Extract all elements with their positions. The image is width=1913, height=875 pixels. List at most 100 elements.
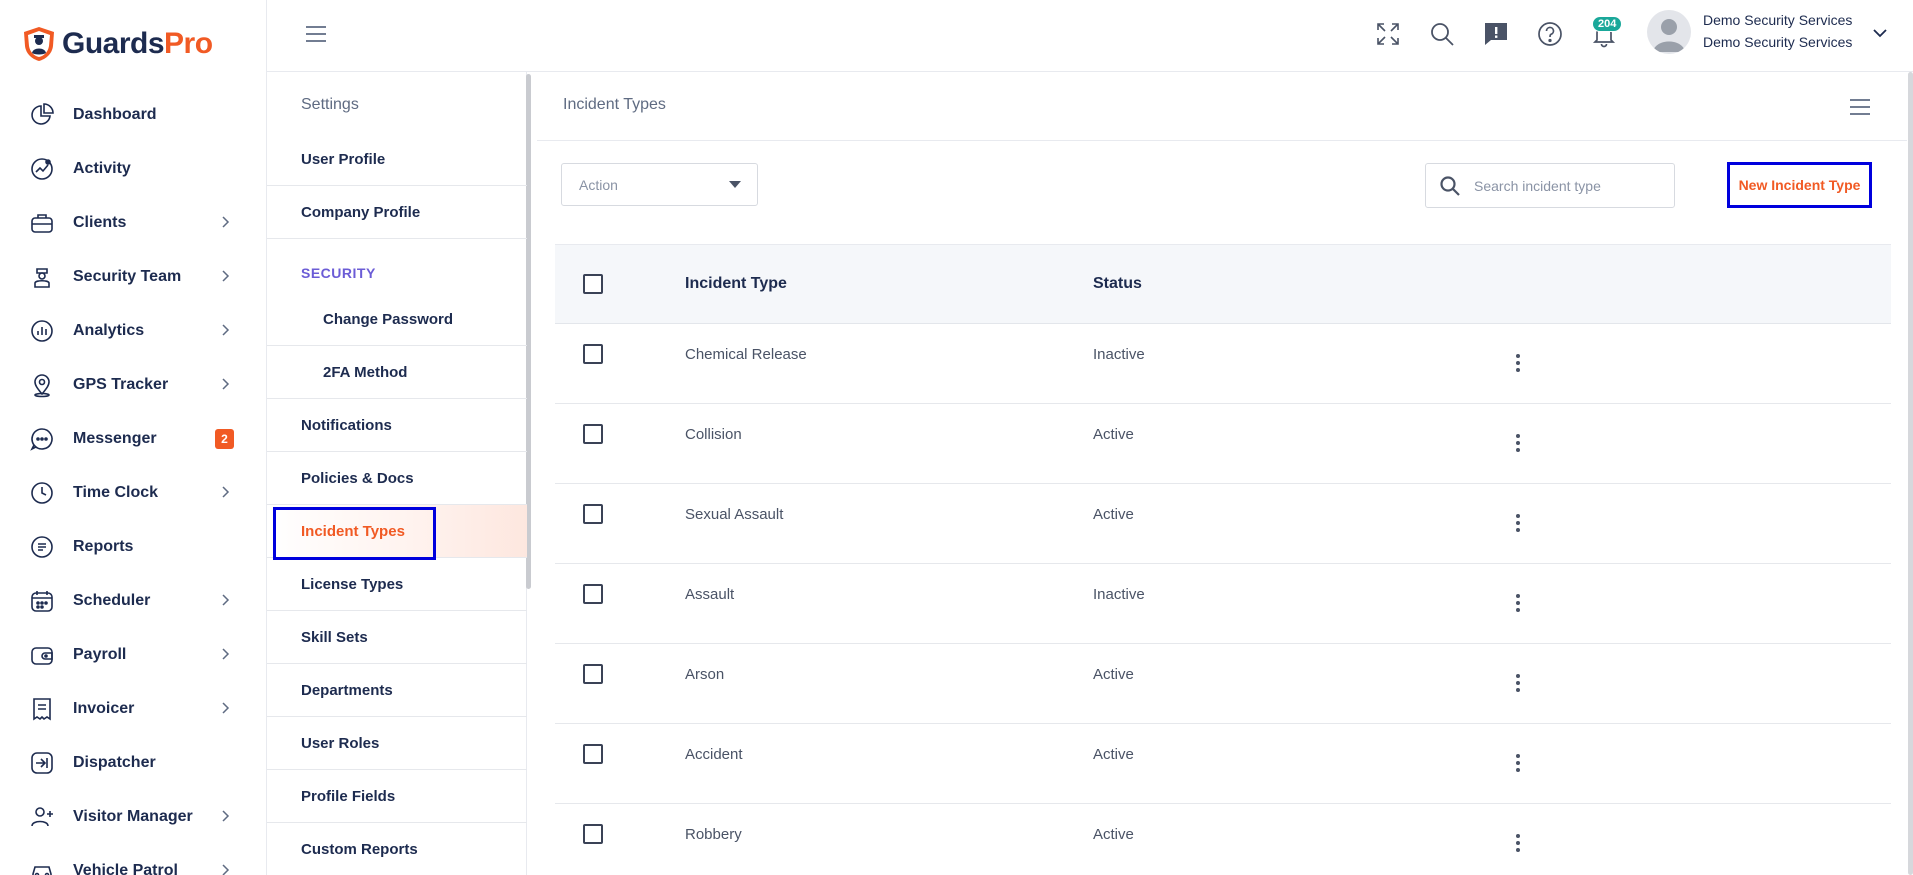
chevron-right-icon bbox=[222, 270, 230, 282]
sidebar-item-label: Vehicle Patrol bbox=[73, 862, 178, 875]
main-content: Incident Types Action New Incident Type … bbox=[537, 72, 1913, 875]
chevron-right-icon bbox=[222, 486, 230, 498]
search-icon[interactable] bbox=[1428, 20, 1456, 48]
settings-item-license-types[interactable]: License Types bbox=[267, 558, 527, 611]
column-header-incident-type[interactable]: Incident Type bbox=[685, 275, 787, 293]
more-options-icon[interactable] bbox=[1510, 434, 1526, 456]
row-checkbox[interactable] bbox=[583, 424, 603, 444]
sidebar-item-security-team[interactable]: Security Team bbox=[0, 250, 266, 304]
action-dropdown[interactable]: Action bbox=[561, 163, 758, 206]
table-row[interactable]: Sexual Assault Active bbox=[555, 484, 1891, 564]
table-row[interactable]: Robbery Active bbox=[555, 804, 1891, 875]
sidebar-item-label: Time Clock bbox=[73, 484, 159, 501]
user-name[interactable]: Demo Security Services bbox=[1703, 12, 1852, 28]
row-checkbox[interactable] bbox=[583, 504, 603, 524]
status-cell: Active bbox=[1093, 426, 1134, 443]
settings-item-departments[interactable]: Departments bbox=[267, 664, 527, 717]
sidebar-item-analytics[interactable]: Analytics bbox=[0, 304, 266, 358]
settings-item-user-profile[interactable]: User Profile bbox=[267, 133, 527, 186]
table-row[interactable]: Assault Inactive bbox=[555, 564, 1891, 644]
settings-item-user-roles[interactable]: User Roles bbox=[267, 717, 527, 770]
sidebar-item-vehicle-patrol[interactable]: Vehicle Patrol bbox=[0, 844, 266, 875]
table-row[interactable]: Arson Active bbox=[555, 644, 1891, 724]
settings-item-incident-types[interactable]: Incident Types bbox=[267, 505, 527, 558]
select-all-checkbox[interactable] bbox=[583, 274, 603, 294]
chevron-right-icon bbox=[222, 810, 230, 822]
more-options-icon[interactable] bbox=[1510, 354, 1526, 376]
sidebar-item-activity[interactable]: Activity bbox=[0, 142, 266, 196]
table-row[interactable]: Accident Active bbox=[555, 724, 1891, 804]
menu-icon[interactable] bbox=[305, 25, 327, 43]
table-row[interactable]: Collision Active bbox=[555, 404, 1891, 484]
main-scrollbar[interactable] bbox=[1907, 72, 1913, 875]
sidebar-item-label: GPS Tracker bbox=[73, 376, 169, 393]
sidebar-item-messenger[interactable]: Messenger 2 bbox=[0, 412, 266, 466]
status-cell: Active bbox=[1093, 746, 1134, 763]
table-row[interactable]: Chemical Release Inactive bbox=[555, 324, 1891, 404]
sidebar-item-gps-tracker[interactable]: GPS Tracker bbox=[0, 358, 266, 412]
status-cell: Active bbox=[1093, 826, 1134, 843]
settings-item-profile-fields[interactable]: Profile Fields bbox=[267, 770, 527, 823]
sidebar-item-label: Security Team bbox=[73, 268, 182, 285]
header-divider bbox=[537, 140, 1913, 141]
settings-item-company-profile[interactable]: Company Profile bbox=[267, 186, 527, 239]
settings-item-policies-docs[interactable]: Policies & Docs bbox=[267, 452, 527, 505]
sidebar-item-visitor-manager[interactable]: Visitor Manager bbox=[0, 790, 266, 844]
sidebar-item-time-clock[interactable]: Time Clock bbox=[0, 466, 266, 520]
fullscreen-icon[interactable] bbox=[1374, 20, 1402, 48]
column-header-status[interactable]: Status bbox=[1093, 275, 1142, 293]
row-checkbox[interactable] bbox=[583, 664, 603, 684]
row-checkbox[interactable] bbox=[583, 344, 603, 364]
sidebar-item-invoicer[interactable]: Invoicer bbox=[0, 682, 266, 736]
search-input[interactable] bbox=[1474, 174, 1664, 198]
chevron-down-icon[interactable] bbox=[1872, 26, 1888, 40]
car-icon bbox=[28, 857, 56, 875]
more-options-icon[interactable] bbox=[1510, 594, 1526, 616]
table-header: Incident Type Status bbox=[555, 244, 1891, 324]
incident-type-cell: Chemical Release bbox=[685, 346, 807, 363]
sidebar-item-label: Clients bbox=[73, 214, 127, 231]
briefcase-icon bbox=[28, 209, 56, 237]
sidebar-item-reports[interactable]: Reports bbox=[0, 520, 266, 574]
sidebar-item-clients[interactable]: Clients bbox=[0, 196, 266, 250]
incident-type-cell: Accident bbox=[685, 746, 743, 763]
list-menu-icon[interactable] bbox=[1849, 98, 1871, 116]
brand-logo[interactable]: Guards Pro bbox=[22, 24, 213, 64]
status-cell: Inactive bbox=[1093, 586, 1145, 603]
chevron-right-icon bbox=[222, 378, 230, 390]
sidebar-item-scheduler[interactable]: Scheduler bbox=[0, 574, 266, 628]
sidebar-item-dashboard[interactable]: Dashboard bbox=[0, 88, 266, 142]
more-options-icon[interactable] bbox=[1510, 514, 1526, 536]
row-checkbox[interactable] bbox=[583, 824, 603, 844]
visitor-icon bbox=[28, 803, 56, 831]
avatar[interactable] bbox=[1647, 10, 1691, 54]
row-checkbox[interactable] bbox=[583, 744, 603, 764]
main-scrollbar-thumb[interactable] bbox=[1908, 72, 1913, 875]
page-title: Incident Types bbox=[563, 96, 666, 113]
analytics-icon bbox=[28, 317, 56, 345]
sidebar-item-label: Visitor Manager bbox=[73, 808, 193, 825]
row-checkbox[interactable] bbox=[583, 584, 603, 604]
guard-shield-icon bbox=[24, 27, 54, 61]
brand-name-part1: Guards bbox=[62, 27, 165, 60]
more-options-icon[interactable] bbox=[1510, 754, 1526, 776]
new-incident-type-button[interactable]: New Incident Type bbox=[1727, 162, 1872, 208]
user-org[interactable]: Demo Security Services bbox=[1703, 34, 1852, 50]
more-options-icon[interactable] bbox=[1510, 674, 1526, 696]
messenger-unread-badge: 2 bbox=[215, 429, 234, 449]
user-avatar-icon bbox=[1653, 19, 1685, 52]
settings-item-skill-sets[interactable]: Skill Sets bbox=[267, 611, 527, 664]
help-icon[interactable] bbox=[1536, 20, 1564, 48]
settings-item-2fa-method[interactable]: 2FA Method bbox=[267, 346, 527, 399]
sidebar-item-dispatcher[interactable]: Dispatcher bbox=[0, 736, 266, 790]
incident-types-table: Incident Type Status Chemical Release In… bbox=[555, 244, 1891, 875]
settings-item-notifications[interactable]: Notifications bbox=[267, 399, 527, 452]
incident-type-cell: Robbery bbox=[685, 826, 742, 843]
feedback-icon[interactable] bbox=[1482, 20, 1510, 48]
sidebar-item-payroll[interactable]: Payroll bbox=[0, 628, 266, 682]
status-cell: Active bbox=[1093, 666, 1134, 683]
settings-item-custom-reports[interactable]: Custom Reports bbox=[267, 823, 527, 875]
more-options-icon[interactable] bbox=[1510, 834, 1526, 856]
settings-item-change-password[interactable]: Change Password bbox=[267, 293, 527, 346]
settings-title: Settings bbox=[301, 96, 359, 113]
